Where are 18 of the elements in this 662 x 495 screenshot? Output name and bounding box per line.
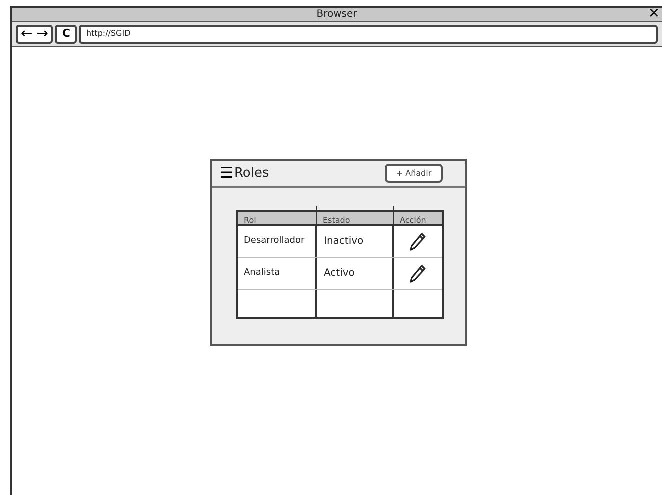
table-cell-text: Activo: [324, 267, 355, 281]
column-header: Estado: [323, 216, 350, 225]
column-header: Rol: [244, 216, 256, 225]
table-cell-text: Analista: [244, 266, 280, 280]
pencil-icon[interactable]: [409, 264, 427, 284]
back-button[interactable]: ←: [21, 26, 33, 42]
address-field[interactable]: http://SGID: [79, 24, 658, 44]
pencil-icon[interactable]: [409, 232, 427, 252]
forward-button[interactable]: →: [36, 26, 48, 42]
panel-title: Roles: [234, 164, 270, 183]
menu-icon[interactable]: ☰: [220, 166, 234, 181]
reload-button[interactable]: C: [55, 24, 78, 44]
add-button[interactable]: + Añadir: [385, 164, 443, 183]
table-cell-text: Desarrollador: [244, 234, 305, 248]
column-header: Acción: [400, 216, 426, 225]
close-button[interactable]: ✕: [648, 6, 660, 22]
table-cell-text: Inactivo: [324, 235, 364, 249]
window-title: Browser: [316, 8, 358, 22]
